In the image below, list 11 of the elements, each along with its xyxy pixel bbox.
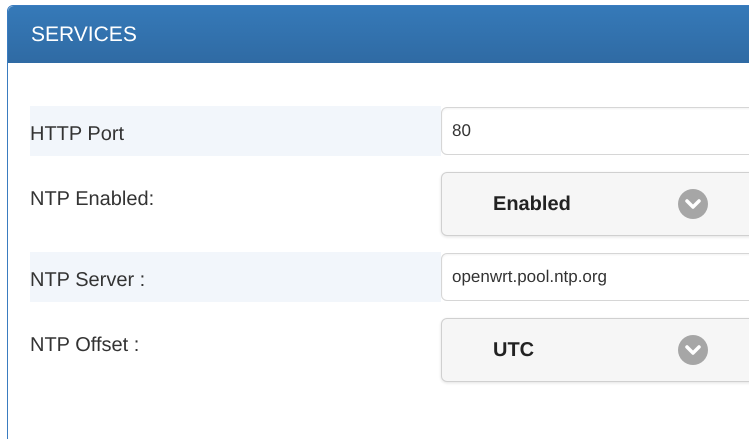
select-dropdown[interactable]: Enabled [441,172,749,236]
field-label: NTP Enabled: [30,187,154,212]
panel-title: SERVICES [31,22,137,48]
chevron-down-icon [677,188,709,220]
select-dropdown[interactable]: UTC [441,318,749,382]
field-label: NTP Offset : [30,333,140,358]
field-label: HTTP Port [30,122,124,147]
field-label: NTP Server : [30,268,146,293]
text-field[interactable]: 80 [441,107,749,155]
text-field[interactable]: openwrt.pool.ntp.org [441,253,749,301]
chevron-down-icon [677,334,709,366]
